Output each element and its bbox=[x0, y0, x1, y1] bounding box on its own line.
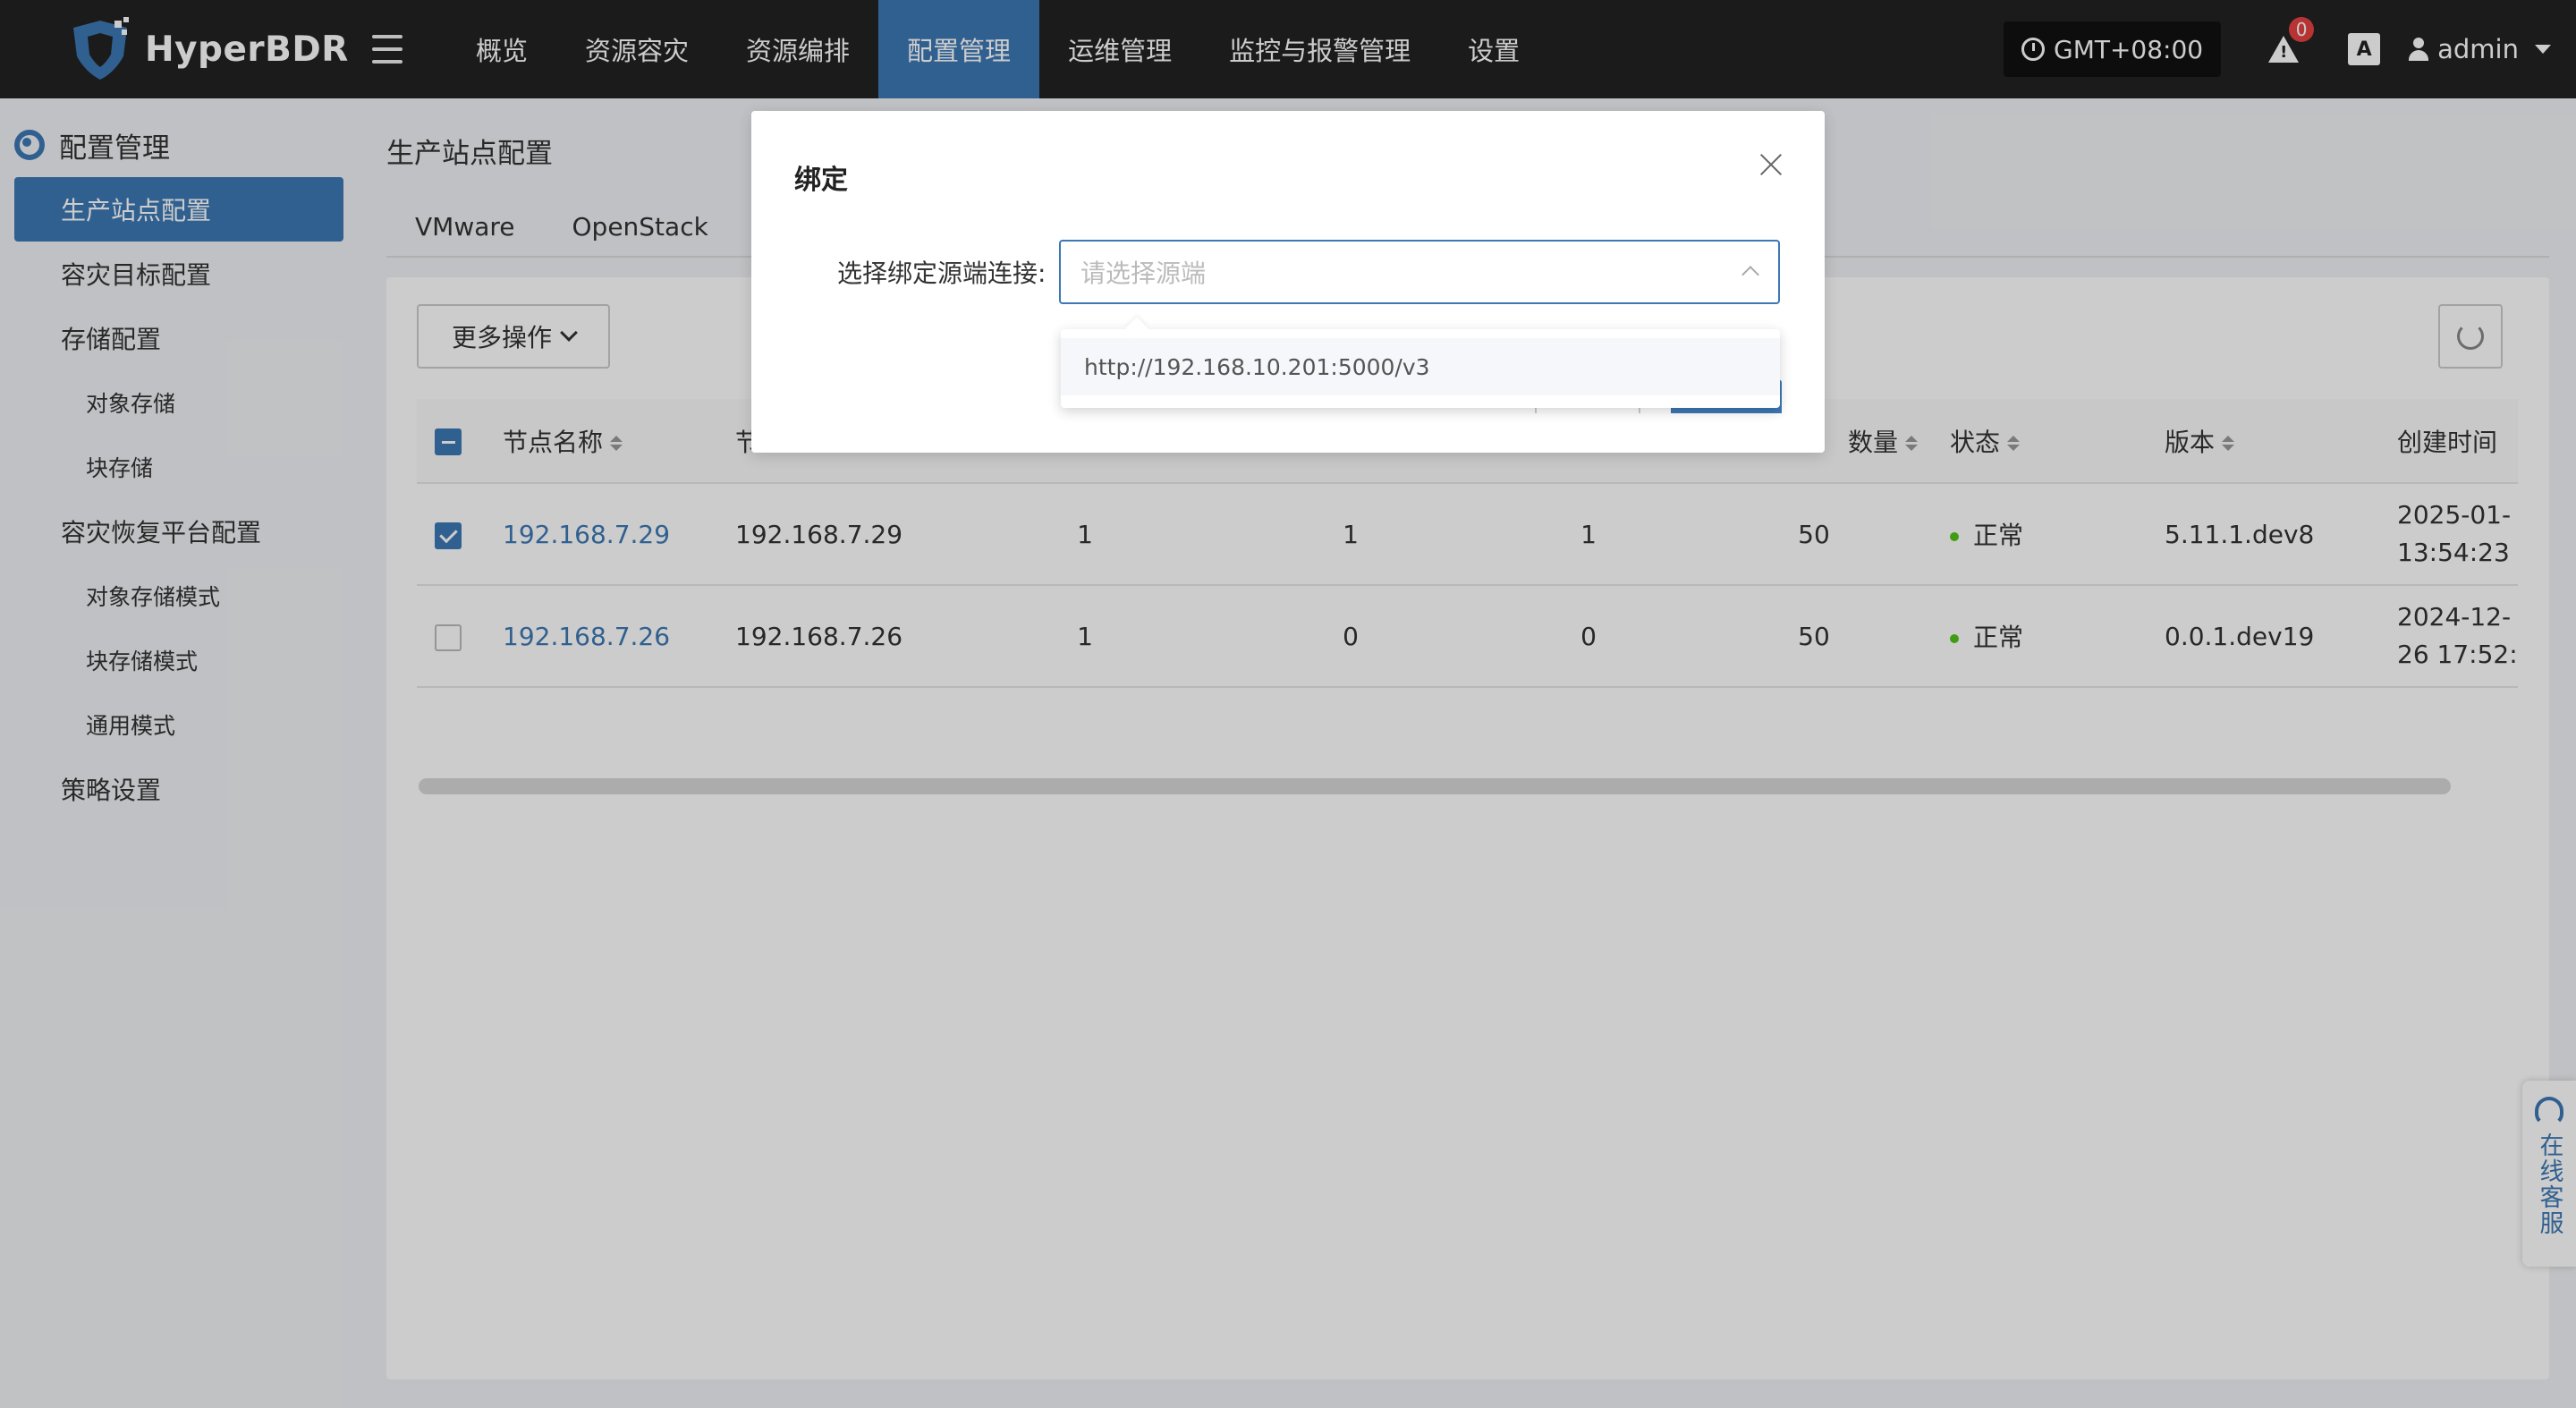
source-connection-select[interactable]: 请选择源端 bbox=[1059, 240, 1780, 304]
select-placeholder: 请选择源端 bbox=[1080, 259, 1207, 288]
chevron-up-icon bbox=[1741, 266, 1759, 284]
dropdown-option[interactable]: http://192.168.10.201:5000/v3 bbox=[1061, 338, 1780, 395]
source-connection-label: 选择绑定源端连接: bbox=[837, 259, 1046, 288]
modal-title: 绑定 bbox=[794, 165, 848, 196]
close-icon[interactable] bbox=[1755, 148, 1787, 181]
source-connection-dropdown: http://192.168.10.201:5000/v3 bbox=[1061, 329, 1780, 408]
